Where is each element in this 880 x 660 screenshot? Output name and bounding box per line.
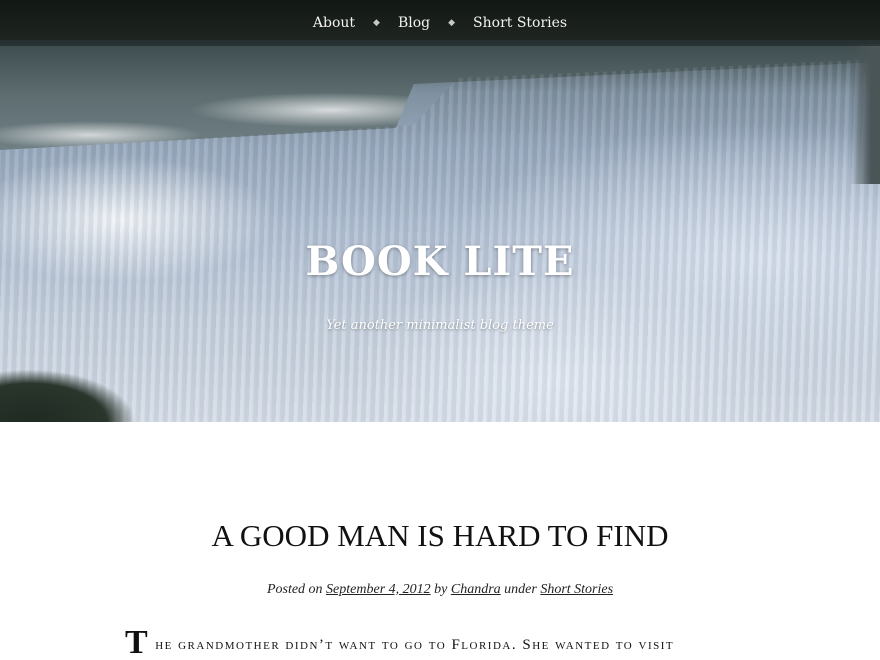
site-tagline: Yet another minimalist blog theme	[326, 318, 554, 333]
main-navigation: About ◆ Blog ◆ Short Stories	[0, 0, 880, 46]
nav-item-short-stories[interactable]: Short Stories	[469, 15, 571, 31]
nav-separator-icon: ◆	[373, 18, 380, 28]
post-body: T he grandmother didn’t want to go to Fl…	[125, 630, 745, 660]
post-meta: Posted on September 4, 2012 by Chandra u…	[0, 582, 880, 598]
hero-rocks	[0, 352, 140, 422]
drop-cap: T	[125, 630, 150, 660]
header-hero-image: About ◆ Blog ◆ Short Stories BOOK LITE Y…	[0, 0, 880, 422]
post-date-link[interactable]: September 4, 2012	[326, 582, 431, 597]
posted-on-label: Posted on	[266, 582, 323, 597]
post-author-link[interactable]: Chandra	[451, 582, 501, 597]
site-title[interactable]: BOOK LITE	[0, 238, 880, 285]
under-label: under	[504, 582, 537, 597]
nav-item-about[interactable]: About	[309, 15, 359, 31]
post-title[interactable]: A GOOD MAN IS HARD TO FIND	[0, 518, 880, 554]
hero-right-rock	[850, 44, 880, 184]
nav-item-blog[interactable]: Blog	[394, 15, 434, 31]
nav-separator-icon: ◆	[448, 18, 456, 28]
post-body-first-line: he grandmother didn’t want to go to Flor…	[155, 637, 675, 653]
by-label: by	[434, 582, 448, 597]
post-category-link[interactable]: Short Stories	[540, 582, 613, 597]
post-content: A GOOD MAN IS HARD TO FIND Posted on Sep…	[0, 422, 880, 660]
